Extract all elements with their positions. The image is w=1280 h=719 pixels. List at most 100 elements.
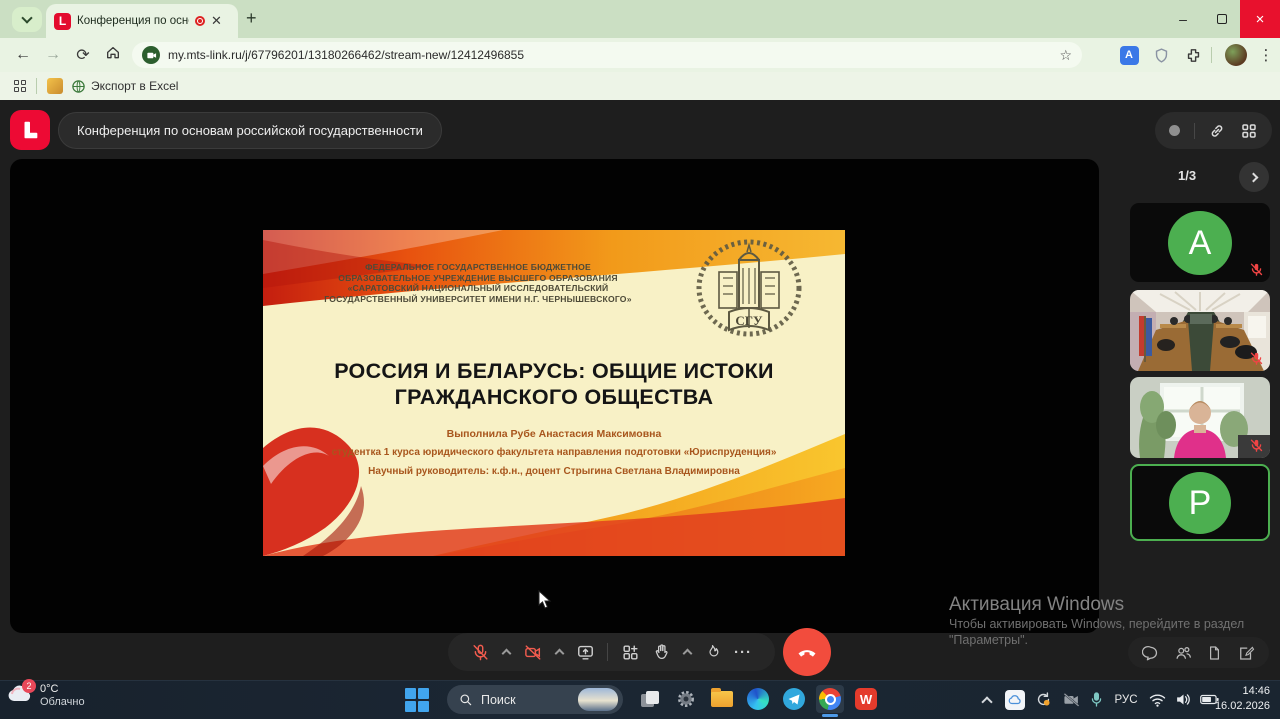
slide-credit-line: Выполнила Рубе Анастасия Максимовна xyxy=(263,428,845,440)
slide-credit-line: студентка 1 курса юридического факультет… xyxy=(263,447,845,458)
reload-button[interactable]: ⟳ xyxy=(68,45,98,65)
notes-button[interactable] xyxy=(1237,644,1255,662)
window-minimize-button[interactable]: – xyxy=(1163,0,1203,38)
slide-title: РОССИЯ И БЕЛАРУСЬ: ОБЩИЕ ИСТОКИ ГРАЖДАНС… xyxy=(263,358,845,410)
reactions-button[interactable] xyxy=(704,643,721,661)
speaker-icon xyxy=(1175,692,1192,707)
bookmark-label: Экспорт в Excel xyxy=(91,79,178,93)
bookmark-export-excel[interactable]: Экспорт в Excel xyxy=(71,79,178,94)
chrome-button[interactable] xyxy=(816,685,844,713)
wifi-tray-icon[interactable] xyxy=(1144,680,1170,719)
file-explorer-button[interactable] xyxy=(708,685,736,713)
mic-muted-icon xyxy=(1249,262,1264,277)
hand-options-chevron[interactable] xyxy=(683,649,693,659)
folder-icon xyxy=(711,691,733,707)
chrome-icon xyxy=(819,688,841,710)
slide-title-line2: ГРАЖДАНСКОГО ОБЩЕСТВА xyxy=(263,384,845,410)
clock-time: 14:46 xyxy=(1190,684,1270,699)
translate-button[interactable]: A xyxy=(1114,38,1144,72)
home-button[interactable] xyxy=(98,45,128,66)
camera-muted-button[interactable] xyxy=(523,643,543,662)
participant-tile-a[interactable]: A xyxy=(1130,203,1270,282)
translate-icon: A xyxy=(1120,46,1139,65)
sgu-emblem: СГУ xyxy=(695,238,803,338)
task-view-button[interactable] xyxy=(636,685,664,713)
browser-menu-button[interactable]: ⋮ xyxy=(1254,38,1278,72)
new-tab-button[interactable]: + xyxy=(246,8,257,29)
bookmark-star-icon[interactable]: ☆ xyxy=(1059,47,1072,64)
cloud-sync-tray-icon[interactable] xyxy=(1002,680,1028,719)
mic-muted-icon xyxy=(1249,438,1264,453)
participants-button[interactable] xyxy=(1174,644,1193,662)
wps-icon: W xyxy=(855,688,877,710)
windows-activation-text: Чтобы активировать Windows, перейдите в … xyxy=(949,617,1244,631)
controls-divider xyxy=(607,643,608,661)
camera-options-chevron[interactable] xyxy=(554,649,564,659)
tab-close-icon[interactable]: ✕ xyxy=(211,13,222,29)
taskbar-search[interactable]: Поиск xyxy=(447,685,623,714)
language-label: РУС xyxy=(1114,694,1137,706)
svg-text:СГУ: СГУ xyxy=(735,313,763,328)
participant-tile-classroom[interactable] xyxy=(1130,290,1270,371)
edge-button[interactable] xyxy=(744,685,772,713)
mic-tray-icon[interactable] xyxy=(1084,680,1108,719)
profile-button[interactable] xyxy=(1220,38,1252,72)
end-call-button[interactable] xyxy=(783,628,831,676)
address-bar[interactable]: my.mts-link.ru/j/67796201/13180266462/st… xyxy=(132,42,1082,68)
bookmarks-divider xyxy=(36,78,37,94)
chevron-right-icon xyxy=(1248,172,1258,182)
tab-recording-icon xyxy=(195,16,205,26)
weather-widget[interactable]: 2 0°C Облачно xyxy=(6,682,85,709)
bookmark-item-icon[interactable] xyxy=(47,78,63,94)
browser-tab[interactable]: L Конференция по основам ✕ xyxy=(46,4,238,38)
participant-tile-speaker[interactable] xyxy=(1130,377,1270,458)
call-controls: ··· xyxy=(448,633,775,671)
puzzle-icon xyxy=(1185,47,1202,64)
search-icon xyxy=(459,693,473,707)
files-button[interactable] xyxy=(1206,644,1223,662)
forward-button[interactable]: → xyxy=(38,46,68,64)
slide-credit-line: Научный руководитель: к.ф.н., доцент Стр… xyxy=(263,466,845,477)
extensions-button[interactable] xyxy=(1178,38,1208,72)
screen-share-button[interactable] xyxy=(576,643,595,662)
institution-line: ФЕДЕРАЛЬНОЕ ГОСУДАРСТВЕННОЕ БЮДЖЕТНОЕ xyxy=(263,262,693,273)
start-button[interactable] xyxy=(405,688,429,712)
mic-options-chevron[interactable] xyxy=(501,649,511,659)
settings-button[interactable] xyxy=(672,685,700,713)
window-maximize-button[interactable] xyxy=(1202,0,1242,38)
gear-icon xyxy=(675,688,697,710)
record-indicator-icon[interactable] xyxy=(1169,125,1180,136)
participant-avatar: A xyxy=(1168,211,1232,275)
wps-button[interactable]: W xyxy=(852,685,880,713)
layout-grid-icon[interactable] xyxy=(1240,122,1258,140)
mic-muted-button[interactable] xyxy=(471,643,490,662)
language-switcher[interactable]: РУС xyxy=(1110,680,1142,719)
institution-line: ГОСУДАРСТВЕННЫЙ УНИВЕРСИТЕТ ИМЕНИ Н.Г. Ч… xyxy=(263,294,693,305)
task-view-icon xyxy=(641,691,659,707)
apps-grid-icon[interactable] xyxy=(14,80,26,92)
sync-tray-icon[interactable] xyxy=(1030,680,1056,719)
wifi-icon xyxy=(1149,693,1166,707)
telegram-button[interactable] xyxy=(780,685,808,713)
search-highlight-image xyxy=(578,688,618,711)
participant-tile-p-active[interactable]: P xyxy=(1130,464,1270,541)
camera-off-tray-icon[interactable] xyxy=(1058,680,1084,719)
chat-button[interactable] xyxy=(1142,644,1160,662)
window-close-button[interactable]: × xyxy=(1240,0,1280,38)
shield-icon xyxy=(1153,47,1170,64)
password-manager-button[interactable] xyxy=(1146,38,1176,72)
mouse-cursor xyxy=(538,590,552,610)
participants-next-button[interactable] xyxy=(1239,162,1269,192)
tray-expand-button[interactable] xyxy=(975,680,999,719)
apps-button[interactable] xyxy=(621,643,640,662)
institution-line: «САРАТОВСКИЙ НАЦИОНАЛЬНЫЙ ИССЛЕДОВАТЕЛЬС… xyxy=(263,283,693,294)
copy-link-icon[interactable] xyxy=(1208,122,1226,140)
taskbar-clock[interactable]: 14:46 16.02.2026 xyxy=(1190,684,1270,714)
active-app-indicator xyxy=(822,714,838,717)
edge-icon xyxy=(747,688,769,710)
more-options-button[interactable]: ··· xyxy=(734,644,752,661)
raise-hand-button[interactable] xyxy=(653,643,671,661)
back-button[interactable]: ← xyxy=(8,46,38,64)
tab-search-button[interactable] xyxy=(12,7,42,32)
clock-date: 16.02.2026 xyxy=(1190,699,1270,714)
